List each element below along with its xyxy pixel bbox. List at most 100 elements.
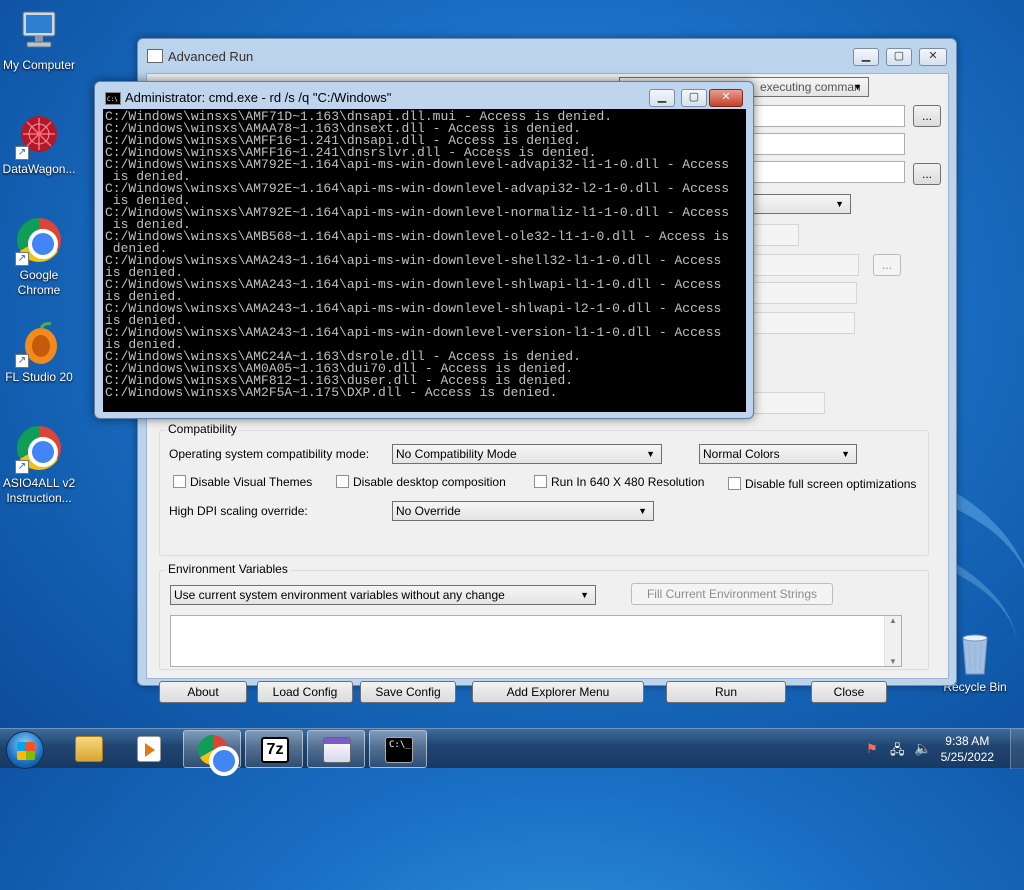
start-button[interactable]	[6, 731, 44, 769]
computer-icon	[15, 8, 63, 56]
checkbox-box	[534, 475, 547, 488]
desktop-icon-label: ASIO4ALL v2 Instruction...	[2, 476, 76, 505]
cmd-icon: C:\_	[385, 737, 413, 763]
cmd-icon: C:\	[105, 92, 121, 105]
datawagon-icon: ↗	[15, 112, 63, 160]
desktop-icon-label: My Computer	[2, 58, 76, 72]
fl-studio-icon: ↗	[15, 320, 63, 368]
save-config-button[interactable]: Save Config	[360, 681, 456, 703]
disable-visual-themes-checkbox[interactable]: Disable Visual Themes	[173, 475, 312, 489]
volume-icon[interactable]: 🔈	[914, 740, 931, 780]
console-line: C:/Windows\winsxs\AMA243~1.164\api-ms-wi…	[105, 253, 722, 268]
browse-program-button[interactable]: ...	[913, 105, 941, 127]
console-line: C:/Windows\winsxs\AMA243~1.164\api-ms-wi…	[105, 301, 722, 316]
desktop-icon-fl-studio[interactable]: ↗ FL Studio 20	[0, 320, 78, 385]
console-output[interactable]: C:/Windows\winsxs\AMF71D~1.163\dnsapi.dl…	[103, 109, 746, 412]
minimize-button[interactable]: ▁	[649, 89, 675, 107]
disable-fullscreen-optimizations-checkbox[interactable]: Disable full screen optimizations	[728, 477, 916, 491]
network-icon[interactable]: 🖧	[890, 741, 905, 781]
affinity-field[interactable]	[747, 392, 825, 414]
taskbar-advanced-run[interactable]	[307, 730, 365, 768]
chevron-down-icon: ▼	[841, 449, 850, 459]
chevron-down-icon: ▼	[835, 199, 844, 209]
os-mode-label: Operating system compatibility mode:	[169, 447, 370, 461]
action-center-icon[interactable]: ⚑	[866, 741, 878, 781]
minimize-button[interactable]: ▁	[853, 48, 879, 66]
media-player-icon	[137, 736, 161, 762]
checkbox-box	[173, 475, 186, 488]
maximize-icon: ▢	[688, 91, 700, 103]
load-config-button[interactable]: Load Config	[257, 681, 353, 703]
colors-value: Normal Colors	[703, 447, 780, 461]
maximize-button[interactable]: ▢	[886, 48, 912, 66]
priority-field[interactable]	[747, 254, 859, 276]
shortcut-arrow-icon: ↗	[15, 252, 29, 266]
chevron-down-icon: ▼	[580, 590, 589, 600]
checkbox-box	[728, 477, 741, 490]
shortcut-arrow-icon: ↗	[15, 146, 29, 160]
window-title: Administrator: cmd.exe - rd /s /q "C:/Wi…	[125, 90, 392, 105]
scroll-down-icon[interactable]: ▼	[885, 657, 901, 666]
taskbar-cmd[interactable]: C:\_	[369, 730, 427, 768]
program-path-field[interactable]	[747, 105, 905, 127]
advanced-run-icon	[323, 737, 351, 763]
user-name-field[interactable]	[747, 282, 857, 304]
start-directory-field[interactable]	[747, 161, 905, 183]
run-button[interactable]: Run	[666, 681, 786, 703]
chrome-icon: ↗	[15, 218, 63, 266]
run-640-checkbox[interactable]: Run In 640 X 480 Resolution	[534, 475, 704, 489]
close-window-button[interactable]: ✕	[709, 89, 743, 107]
vertical-scrollbar[interactable]: ▲ ▼	[884, 616, 901, 666]
disable-desktop-composition-checkbox[interactable]: Disable desktop composition	[336, 475, 506, 489]
colors-combo[interactable]: Normal Colors ▼	[699, 444, 857, 464]
environment-strings-textarea[interactable]: ▲ ▼	[170, 615, 902, 667]
browse-disabled-button[interactable]: ...	[873, 254, 901, 276]
password-field[interactable]	[747, 312, 855, 334]
os-mode-value: No Compatibility Mode	[396, 447, 517, 461]
console-line: C:/Windows\winsxs\AMB568~1.164\api-ms-wi…	[105, 229, 730, 244]
cmd-window[interactable]: C:\ Administrator: cmd.exe - rd /s /q "C…	[94, 81, 754, 419]
desktop-icon-google-chrome[interactable]: ↗ Google Chrome	[0, 216, 78, 298]
scroll-up-icon[interactable]: ▲	[885, 616, 901, 625]
checkbox-label: Disable Visual Themes	[190, 475, 313, 489]
command-line-field[interactable]	[747, 133, 905, 155]
taskbar-7zip[interactable]: 7z	[245, 730, 303, 768]
window-title: Advanced Run	[168, 49, 254, 64]
close-window-button[interactable]: ✕	[919, 48, 947, 66]
desktop-icon-my-computer[interactable]: My Computer	[0, 8, 78, 73]
console-line: C:/Windows\winsxs\AM792E~1.164\api-ms-wi…	[105, 181, 730, 196]
show-desktop-button[interactable]	[1010, 729, 1024, 769]
environment-mode-combo[interactable]: Use current system environment variables…	[170, 585, 596, 605]
dpi-combo[interactable]: No Override ▼	[392, 501, 654, 521]
console-line: C:/Windows\winsxs\AMA243~1.164\api-ms-wi…	[105, 325, 722, 340]
fill-environment-button[interactable]: Fill Current Environment Strings	[631, 583, 833, 605]
taskbar-media-player[interactable]	[120, 730, 178, 768]
desktop-icon-asio4all[interactable]: ↗ ASIO4ALL v2 Instruction...	[0, 424, 78, 506]
add-explorer-menu-button[interactable]: Add Explorer Menu	[472, 681, 644, 703]
dpi-value: No Override	[396, 504, 461, 518]
close-button[interactable]: Close	[811, 681, 887, 703]
close-icon: ✕	[721, 91, 731, 103]
about-button[interactable]: About	[159, 681, 247, 703]
desktop-icon-label: Google Chrome	[17, 268, 61, 297]
taskbar-chrome[interactable]	[183, 730, 241, 776]
taskbar-explorer[interactable]	[60, 730, 118, 768]
sevenzip-icon: 7z	[261, 737, 289, 763]
checkbox-label: Disable desktop composition	[353, 475, 506, 489]
console-line: C:/Windows\winsxs\AM792E~1.164\api-ms-wi…	[105, 157, 730, 172]
clock[interactable]: 9:38 AM 5/25/2022	[941, 733, 994, 765]
minimize-icon: ▁	[657, 91, 667, 103]
chrome-icon: ↗	[15, 426, 63, 474]
compatibility-group: Compatibility Operating system compatibi…	[159, 422, 929, 556]
windows-logo-icon	[17, 742, 35, 760]
maximize-button[interactable]: ▢	[681, 89, 707, 107]
browse-directory-button[interactable]: ...	[913, 163, 941, 185]
desktop-icon-datawagon[interactable]: ↗ DataWagon...	[0, 112, 78, 177]
recycle-bin-icon	[951, 630, 999, 678]
folder-icon	[75, 736, 103, 762]
clock-date: 5/25/2022	[940, 750, 994, 764]
os-mode-combo[interactable]: No Compatibility Mode ▼	[392, 444, 662, 464]
window-x-field[interactable]	[747, 224, 799, 246]
window-state-combo[interactable]: ▼	[747, 194, 851, 214]
console-line: C:/Windows\winsxs\AMA243~1.164\api-ms-wi…	[105, 277, 722, 292]
